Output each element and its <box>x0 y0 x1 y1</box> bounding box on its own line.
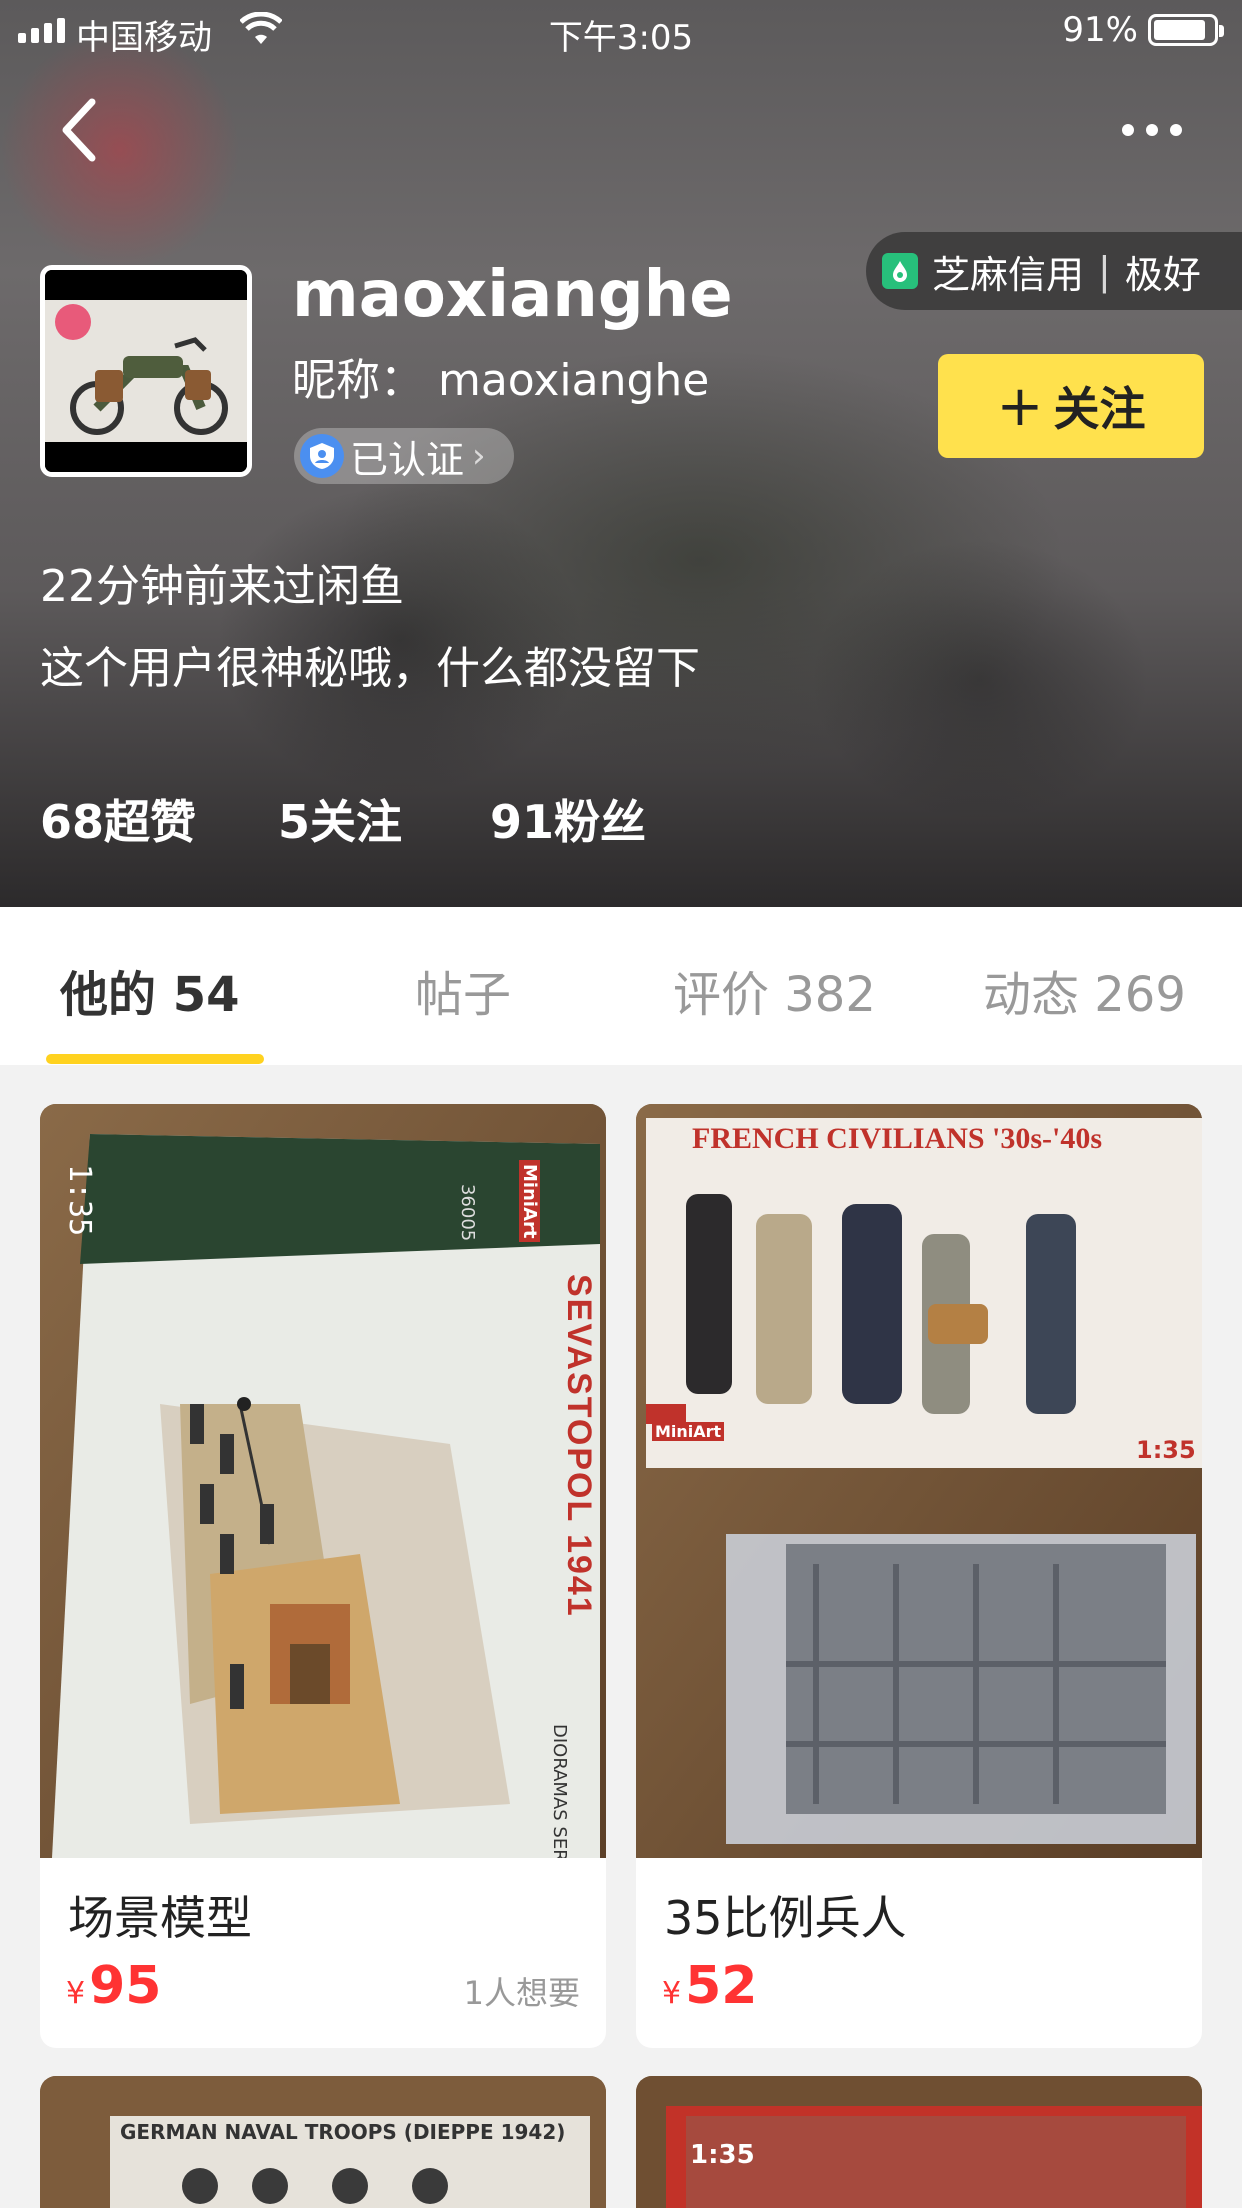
item-card[interactable]: GERMAN NAVAL TROOPS (DIEPPE 1942) <box>40 2076 606 2208</box>
follow-label: 关注 <box>1053 382 1146 436</box>
item-card[interactable]: 1:35 SEVASTOPOL 1941 DIORAMAS SERIES 360… <box>40 1104 606 2048</box>
more-button[interactable] <box>1102 100 1202 160</box>
active-tab-indicator <box>46 1054 264 1064</box>
credit-value: 极好 <box>1124 252 1201 297</box>
more-icon <box>1122 124 1134 136</box>
stat-followers[interactable]: 91粉丝 <box>490 786 646 852</box>
box-scale-text: 1:35 <box>690 2140 755 2170</box>
item-title: 35比例兵人 <box>664 1891 907 1945</box>
nickname: 昵称： maoxianghe <box>292 355 710 406</box>
box-brand-text: MiniArt <box>652 1422 725 1441</box>
verified-badge[interactable]: 已认证 › <box>294 428 514 484</box>
last-seen-text: 22分钟前来过闲鱼 <box>40 561 404 612</box>
status-bar: 中国移动 下午3:05 91% <box>0 0 1242 60</box>
credit-divider: | <box>1098 249 1111 293</box>
item-price: ¥52 <box>662 1956 758 2016</box>
username: maoxianghe <box>292 258 733 332</box>
item-photo: GERMAN NAVAL TROOPS (DIEPPE 1942) <box>40 2076 606 2208</box>
motorcycle-avatar-image <box>45 270 247 472</box>
bio-text: 这个用户很神秘哦，什么都没留下 <box>40 643 700 694</box>
box-scale-text: 1:35 <box>1136 1436 1196 1464</box>
profile-stats: 68超赞 5关注 91粉丝 <box>40 786 646 852</box>
box-title-text: FRENCH CIVILIANS '30s-'40s <box>692 1122 1103 1155</box>
box-scale-text: 1:35 <box>62 1164 97 1237</box>
stat-following[interactable]: 5关注 <box>278 786 402 852</box>
box-series-text: DIORAMAS SERIES <box>549 1724 570 1858</box>
item-wants: 1人想要 <box>463 1974 580 2012</box>
verified-label: 已认证 <box>350 437 465 482</box>
avatar[interactable] <box>40 265 252 477</box>
box-code-text: 36005 <box>457 1184 478 1242</box>
box-title-text: GERMAN NAVAL TROOPS (DIEPPE 1942) <box>120 2120 566 2144</box>
status-time: 下午3:05 <box>548 18 694 58</box>
credit-label: 芝麻信用 <box>932 252 1085 297</box>
item-card[interactable]: 1:35 <box>636 2076 1202 2208</box>
battery-percent: 91% <box>1062 10 1138 50</box>
box-title-text: SEVASTOPOL 1941 <box>560 1274 598 1618</box>
verified-icon <box>300 434 344 478</box>
tab-activity[interactable]: 动态 269 <box>983 955 1186 1025</box>
tab-posts[interactable]: 帖子 <box>415 955 511 1025</box>
tab-reviews[interactable]: 评价 382 <box>673 955 876 1025</box>
battery-icon <box>1148 14 1224 46</box>
stat-likes[interactable]: 68超赞 <box>40 786 196 852</box>
sesame-credit-badge[interactable]: 芝麻信用 | 极好 <box>866 232 1242 310</box>
profile-tabs: 他的 54 帖子 评价 382 动态 269 <box>0 907 1242 1065</box>
back-icon <box>62 98 96 162</box>
profile-header: 中国移动 下午3:05 91% maoxianghe 昵称： maoxiangh… <box>0 0 1242 907</box>
item-photo: FRENCH CIVILIANS '30s-'40s 1:35 MiniArt <box>636 1104 1202 1858</box>
chevron-right-icon: › <box>472 436 486 476</box>
sesame-credit-icon <box>882 253 918 289</box>
back-button[interactable] <box>40 90 120 170</box>
item-price: ¥95 <box>66 1956 162 2016</box>
tab-items[interactable]: 他的 54 <box>60 955 240 1025</box>
item-photo: 1:35 SEVASTOPOL 1941 DIORAMAS SERIES 360… <box>40 1104 606 1858</box>
box-brand-text: MiniArt <box>519 1160 540 1243</box>
item-photo: 1:35 <box>636 2076 1202 2208</box>
item-card[interactable]: FRENCH CIVILIANS '30s-'40s 1:35 MiniArt … <box>636 1104 1202 2048</box>
follow-button[interactable]: + 关注 <box>938 354 1204 458</box>
plus-icon: + <box>996 373 1044 439</box>
item-title: 场景模型 <box>68 1891 252 1945</box>
